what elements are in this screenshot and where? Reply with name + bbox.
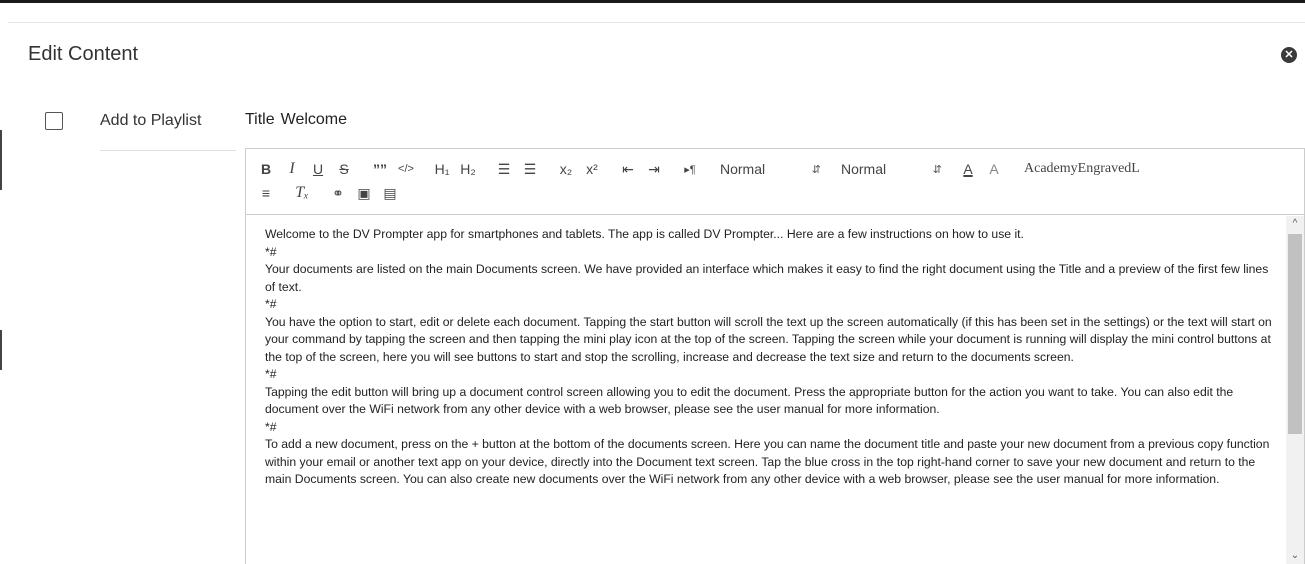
- app-top-bar: [0, 0, 1305, 3]
- text-color-button[interactable]: A: [958, 159, 978, 179]
- video-icon[interactable]: ▤: [380, 183, 400, 203]
- direction-button[interactable]: ▸¶: [680, 159, 700, 179]
- ordered-list-button[interactable]: ☰: [494, 159, 514, 179]
- content-scrollbar[interactable]: ^ ⌄: [1286, 216, 1304, 564]
- content-paragraph: *#: [265, 419, 277, 434]
- content-paragraph: You have the option to start, edit or de…: [265, 314, 1272, 364]
- scroll-up-icon[interactable]: ^: [1286, 216, 1304, 232]
- rich-text-editor: B I U S ”” </> H₁ H₂ ☰ ☰ x₂ x² ⇤ ⇥ ▸¶ No…: [245, 148, 1305, 564]
- content-paragraph: To add a new document, press on the + bu…: [265, 437, 1270, 486]
- scroll-down-icon[interactable]: ⌄: [1286, 548, 1304, 564]
- add-to-playlist-label: Add to Playlist: [100, 112, 202, 129]
- italic-button[interactable]: I: [282, 159, 302, 179]
- chevron-updown-icon: ⇵: [932, 163, 942, 176]
- clean-format-button[interactable]: Tₓ: [292, 183, 312, 203]
- bold-button[interactable]: B: [256, 159, 276, 179]
- content-paragraph: Tapping the edit button will bring up a …: [265, 384, 1234, 417]
- toolbar-row: B I U S ”” </> H₁ H₂ ☰ ☰ x₂ x² ⇤ ⇥ ▸¶ No…: [256, 157, 1294, 181]
- content-paragraph: Your documents are listed on the main Do…: [265, 262, 1269, 294]
- chevron-updown-icon: ⇵: [811, 163, 821, 176]
- content-paragraph: Welcome to the DV Prompter app for smart…: [265, 227, 1024, 241]
- title-label: Title: [245, 111, 275, 128]
- header-picker[interactable]: Normal ⇵: [837, 159, 952, 179]
- scroll-thumb[interactable]: [1288, 234, 1302, 434]
- title-value[interactable]: Welcome: [281, 111, 347, 128]
- size-picker[interactable]: Normal ⇵: [716, 159, 831, 179]
- add-to-playlist-checkbox[interactable]: [45, 112, 63, 130]
- background-color-button[interactable]: A: [984, 159, 1004, 179]
- indent-button[interactable]: ⇥: [644, 159, 664, 179]
- strike-button[interactable]: S: [334, 159, 354, 179]
- editor-content[interactable]: Welcome to the DV Prompter app for smart…: [246, 216, 1286, 564]
- font-picker[interactable]: AcademyEngravedLET: [1020, 159, 1140, 179]
- toolbar-row: ≡ Tₓ ⚭ ▣ ▤: [256, 181, 1294, 205]
- close-icon[interactable]: ✕: [1281, 47, 1297, 63]
- superscript-button[interactable]: x²: [582, 159, 602, 179]
- size-picker-label: Normal: [720, 161, 766, 177]
- bullet-list-button[interactable]: ☰: [520, 159, 540, 179]
- link-icon[interactable]: ⚭: [328, 183, 348, 203]
- align-button[interactable]: ≡: [256, 183, 276, 203]
- divider: [100, 150, 236, 151]
- modal-title: Edit Content: [28, 43, 139, 65]
- font-picker-label: AcademyEngravedLET: [1024, 161, 1140, 176]
- underline-button[interactable]: U: [308, 159, 328, 179]
- content-paragraph: *#: [265, 244, 277, 259]
- blockquote-button[interactable]: ””: [370, 159, 390, 179]
- edit-content-modal: Edit Content ✕ Add to Playlist Title Welc…: [8, 22, 1305, 564]
- subscript-button[interactable]: x₂: [556, 159, 576, 179]
- header1-button[interactable]: H₁: [432, 159, 452, 179]
- background-edge: [0, 330, 2, 370]
- editor-toolbar: B I U S ”” </> H₁ H₂ ☰ ☰ x₂ x² ⇤ ⇥ ▸¶ No…: [246, 149, 1304, 215]
- title-field[interactable]: Title Welcome: [245, 111, 353, 129]
- content-paragraph: *#: [265, 297, 277, 311]
- background-edge: [0, 130, 2, 190]
- content-paragraph: *#: [265, 367, 277, 381]
- header-picker-label: Normal: [841, 161, 887, 177]
- outdent-button[interactable]: ⇤: [618, 159, 638, 179]
- code-button[interactable]: </>: [396, 159, 416, 179]
- header2-button[interactable]: H₂: [458, 159, 478, 179]
- image-icon[interactable]: ▣: [354, 183, 374, 203]
